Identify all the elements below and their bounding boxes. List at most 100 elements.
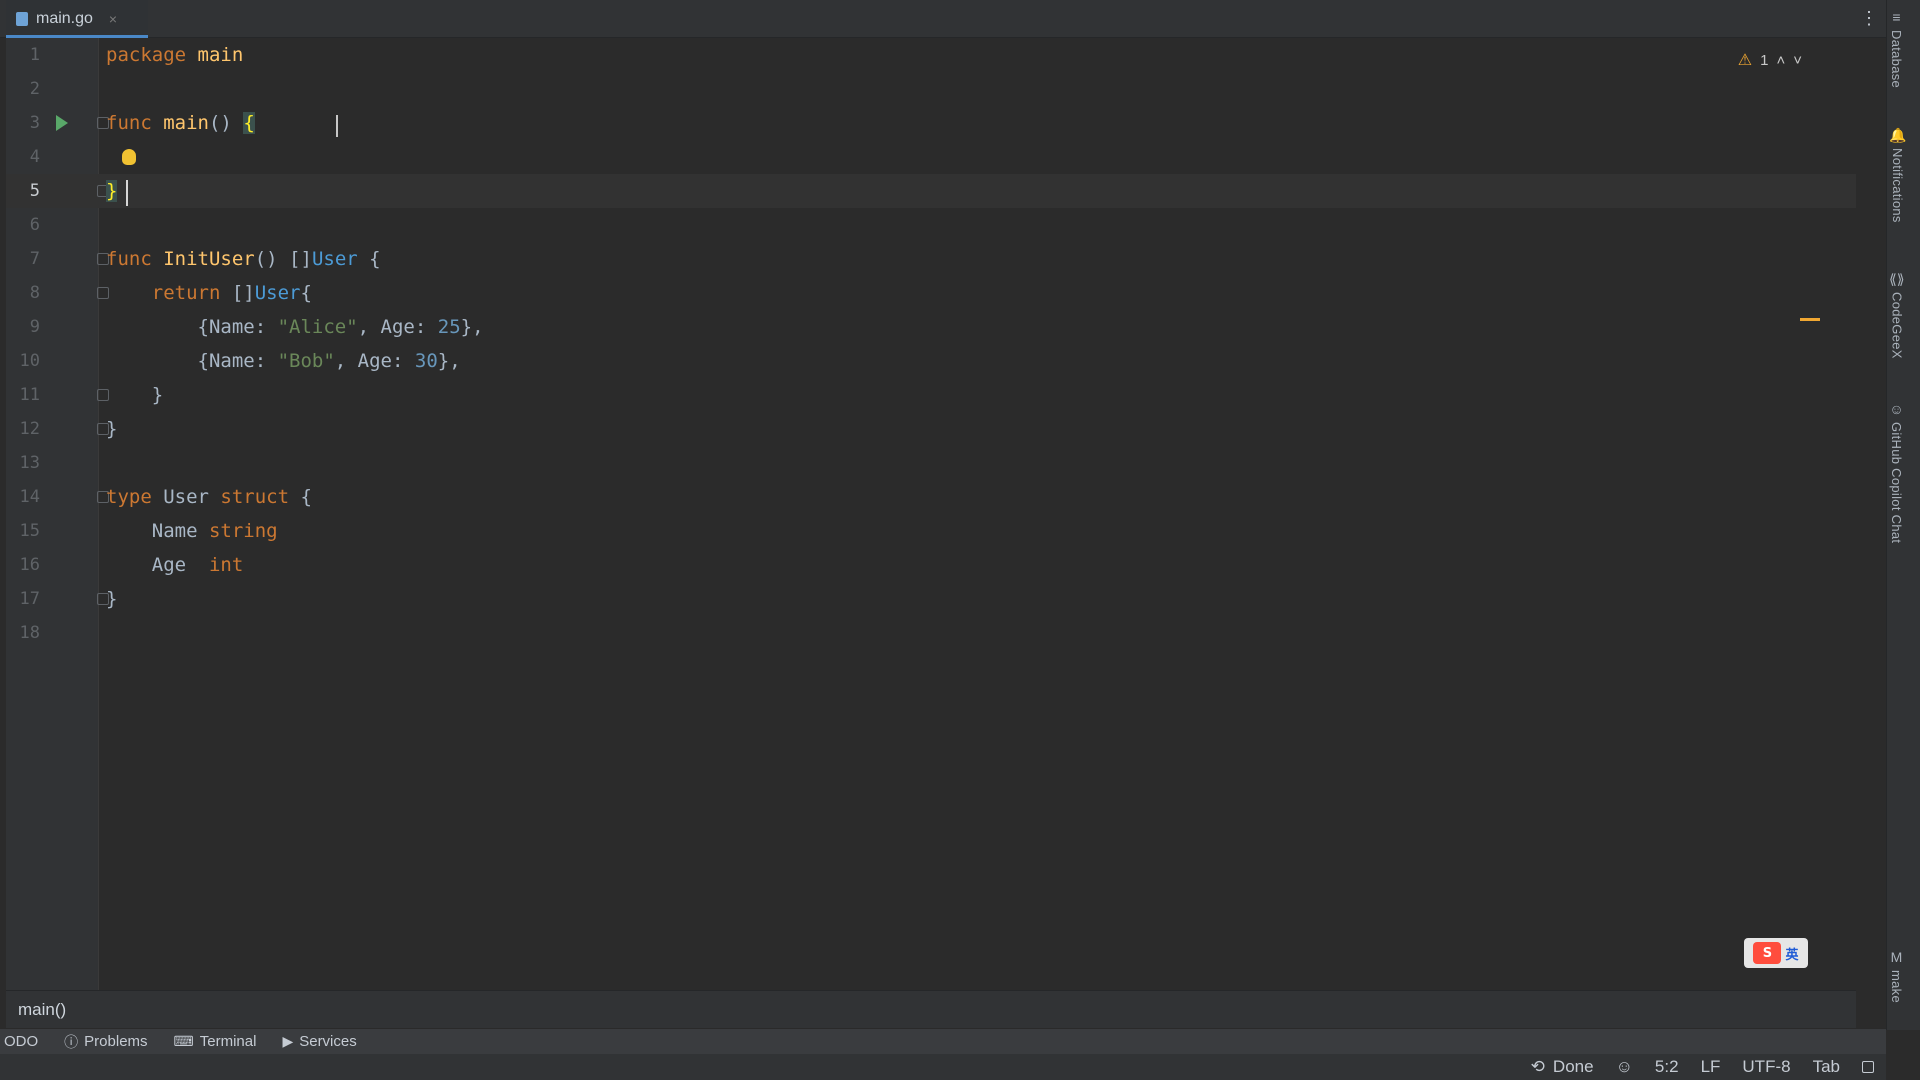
tool-database[interactable]: ≡ Database bbox=[1889, 10, 1904, 88]
code-line[interactable]: 7 func InitUser() []User { bbox=[6, 242, 1856, 276]
terminal-icon: ⌨ bbox=[173, 1033, 194, 1049]
code-text[interactable]: {Name: "Alice", Age: 25}, bbox=[106, 316, 484, 338]
code-text[interactable]: } bbox=[106, 384, 163, 406]
code-editor[interactable]: ⚠ 1 ˄ ˅ 1 package main 2 3 func main() {4 5} 6… bbox=[6, 38, 1856, 990]
code-text[interactable]: return []User{ bbox=[106, 282, 312, 304]
code-token: {Name: bbox=[106, 350, 278, 372]
code-line[interactable]: 3 func main() { bbox=[6, 106, 1856, 140]
close-icon[interactable]: × bbox=[109, 11, 117, 27]
status-position[interactable]: 5:2 bbox=[1655, 1057, 1679, 1077]
code-token: User bbox=[254, 282, 301, 304]
make-icon: M bbox=[1890, 949, 1903, 965]
code-line[interactable]: 15 Name string bbox=[6, 514, 1856, 548]
line-number[interactable]: 16 bbox=[6, 555, 40, 575]
code-text[interactable]: func InitUser() []User { bbox=[106, 248, 381, 270]
code-line[interactable]: 6 bbox=[6, 208, 1856, 242]
line-number[interactable]: 18 bbox=[6, 623, 40, 643]
code-token: string bbox=[208, 520, 278, 542]
tool-notifications[interactable]: 🔔 Notifications bbox=[1889, 128, 1906, 223]
code-line[interactable]: 5} bbox=[6, 174, 1856, 208]
code-text[interactable]: func main() { bbox=[106, 112, 255, 134]
status-indent[interactable]: Tab bbox=[1813, 1057, 1840, 1077]
code-line[interactable]: 16 Age int bbox=[6, 548, 1856, 582]
codegeex-icon: ⟪⟫ bbox=[1889, 271, 1905, 287]
line-number[interactable]: 11 bbox=[6, 385, 40, 405]
status-encoding[interactable]: UTF-8 bbox=[1742, 1057, 1790, 1077]
tool-terminal[interactable]: ⌨ Terminal bbox=[174, 1033, 257, 1050]
code-token: , Age: bbox=[334, 350, 415, 372]
text-caret bbox=[126, 180, 128, 206]
line-number[interactable]: 7 bbox=[6, 249, 40, 269]
breadcrumb-item[interactable]: main() bbox=[18, 1000, 66, 1020]
tool-todo[interactable]: ODO bbox=[4, 1033, 38, 1050]
current-line-highlight bbox=[6, 174, 1856, 208]
tool-label: CodeGeeX bbox=[1889, 292, 1905, 359]
bell-icon: 🔔 bbox=[1889, 127, 1907, 143]
line-number[interactable]: 9 bbox=[6, 317, 40, 337]
line-number[interactable]: 4 bbox=[6, 147, 40, 167]
line-number[interactable]: 8 bbox=[6, 283, 40, 303]
line-number[interactable]: 17 bbox=[6, 589, 40, 609]
code-line[interactable]: 11 } bbox=[6, 378, 1856, 412]
code-line[interactable]: 4 bbox=[6, 140, 1856, 174]
tool-problems[interactable]: ⓘ Problems bbox=[64, 1032, 147, 1052]
go-file-icon bbox=[16, 12, 28, 26]
tab-main-go[interactable]: main.go × bbox=[6, 0, 148, 38]
tool-copilot-chat[interactable]: ☺ GitHub Copilot Chat bbox=[1889, 402, 1904, 543]
code-line[interactable]: 8 return []User{ bbox=[6, 276, 1856, 310]
code-line[interactable]: 2 bbox=[6, 72, 1856, 106]
code-token: main bbox=[197, 44, 244, 66]
line-number[interactable]: 5 bbox=[6, 181, 40, 201]
tool-label: make bbox=[1889, 970, 1904, 1003]
code-line[interactable]: 1 package main bbox=[6, 38, 1856, 72]
code-text[interactable]: {Name: "Bob", Age: 30}, bbox=[106, 350, 461, 372]
line-number[interactable]: 10 bbox=[6, 351, 40, 371]
sync-icon: ⟲ bbox=[1530, 1057, 1545, 1076]
code-token: 25 bbox=[437, 316, 461, 338]
code-line[interactable]: 14 type User struct { bbox=[6, 480, 1856, 514]
status-done[interactable]: ⟲ Done bbox=[1531, 1057, 1594, 1077]
code-line[interactable]: 9 {Name: "Alice", Age: 25}, bbox=[6, 310, 1856, 344]
code-token: User bbox=[311, 248, 358, 270]
code-text[interactable]: package main bbox=[106, 44, 243, 66]
line-number[interactable]: 6 bbox=[6, 215, 40, 235]
line-number[interactable]: 1 bbox=[6, 45, 40, 65]
code-line[interactable]: 13 bbox=[6, 446, 1856, 480]
line-number[interactable]: 14 bbox=[6, 487, 40, 507]
right-tool-stripe: ≡ Database 🔔 Notifications ⟪⟫ CodeGeeX ☺… bbox=[1886, 0, 1920, 1030]
code-text[interactable]: Age int bbox=[106, 554, 244, 576]
status-line-separator[interactable]: LF bbox=[1701, 1057, 1721, 1077]
ide-window: main.go × ⋮ ≡ Database 🔔 Notifications ⟪… bbox=[0, 0, 1920, 1080]
lightbulb-icon[interactable] bbox=[122, 149, 136, 165]
done-label: Done bbox=[1552, 1057, 1594, 1076]
status-lock[interactable] bbox=[1862, 1061, 1874, 1073]
copilot-status-icon: ☺ bbox=[1615, 1057, 1633, 1076]
indent: Tab bbox=[1812, 1057, 1840, 1076]
breadcrumb[interactable]: main() bbox=[6, 990, 1856, 1028]
code-token: func bbox=[106, 112, 152, 134]
tool-services[interactable]: ▶ Services bbox=[282, 1033, 356, 1050]
copilot-icon: ☺ bbox=[1889, 401, 1904, 417]
code-text[interactable]: } bbox=[106, 418, 117, 440]
line-number[interactable]: 2 bbox=[6, 79, 40, 99]
status-copilot[interactable]: ☺ bbox=[1616, 1057, 1633, 1077]
line-number[interactable]: 3 bbox=[6, 113, 40, 133]
code-line[interactable]: 10 {Name: "Bob", Age: 30}, bbox=[6, 344, 1856, 378]
code-text[interactable]: } bbox=[106, 180, 118, 202]
run-icon[interactable] bbox=[56, 115, 68, 131]
code-text[interactable]: Name string bbox=[106, 520, 278, 542]
code-text[interactable]: type User struct { bbox=[106, 486, 312, 508]
line-number[interactable]: 13 bbox=[6, 453, 40, 473]
code-token: Name bbox=[106, 520, 209, 542]
code-text[interactable]: } bbox=[106, 588, 117, 610]
tool-make[interactable]: M make bbox=[1889, 950, 1904, 1003]
code-line[interactable]: 17} bbox=[6, 582, 1856, 616]
line-number[interactable]: 15 bbox=[6, 521, 40, 541]
tool-codegeex[interactable]: ⟪⟫ CodeGeeX bbox=[1889, 272, 1905, 359]
code-line[interactable]: 12} bbox=[6, 412, 1856, 446]
lock-icon bbox=[1862, 1061, 1874, 1073]
line-number[interactable]: 12 bbox=[6, 419, 40, 439]
code-line[interactable]: 18 bbox=[6, 616, 1856, 650]
more-options-icon[interactable]: ⋮ bbox=[1860, 8, 1878, 29]
ime-indicator[interactable]: S 英 bbox=[1744, 938, 1808, 968]
